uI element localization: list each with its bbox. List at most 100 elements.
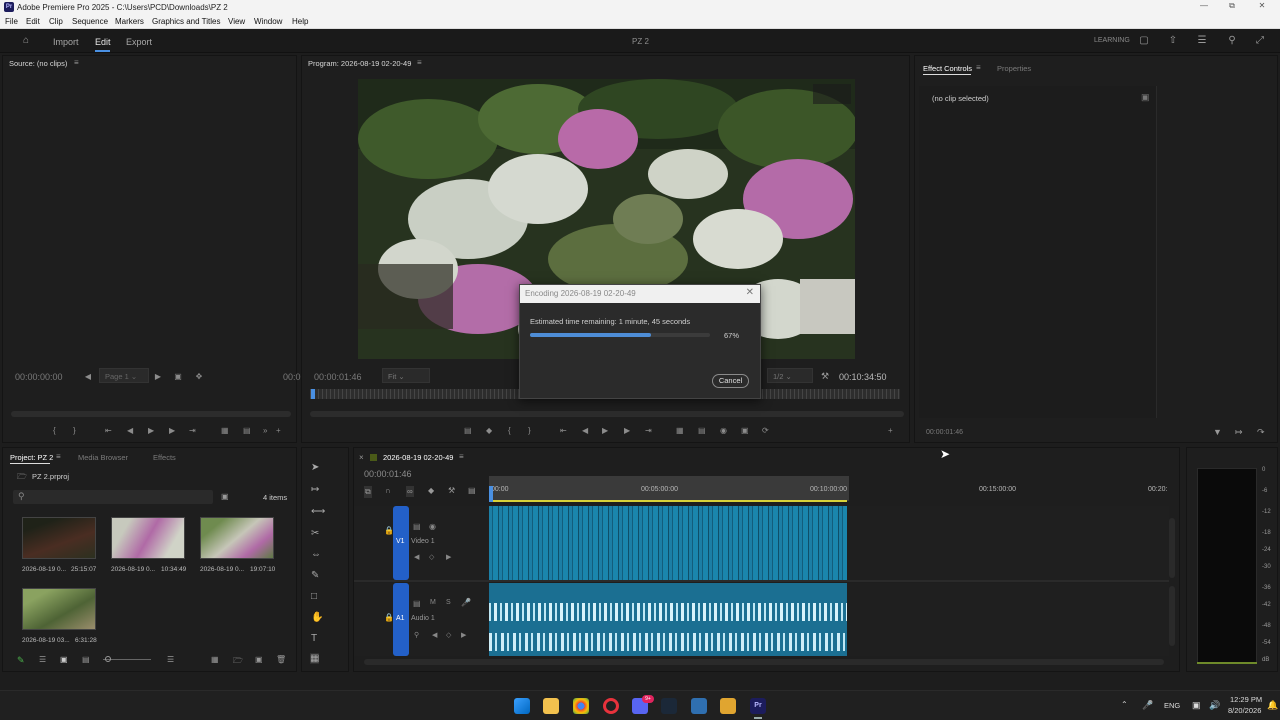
- chrome-icon[interactable]: [573, 698, 589, 714]
- volume-icon[interactable]: 🔊: [1209, 700, 1220, 711]
- audio-clip[interactable]: [489, 583, 847, 656]
- fullscreen-icon[interactable]: ⤢: [1254, 35, 1266, 47]
- ripple-edit-tool-icon[interactable]: ⟷: [311, 506, 325, 517]
- vr-icon[interactable]: ⟳: [762, 426, 769, 435]
- menu-view[interactable]: View: [228, 17, 245, 26]
- v1-eye-icon[interactable]: ◉: [429, 522, 436, 531]
- menu-help[interactable]: Help: [292, 17, 308, 26]
- close-sequence-icon[interactable]: ×: [359, 453, 364, 462]
- prog-mark-out-icon[interactable]: }: [528, 426, 531, 435]
- tab-media-browser[interactable]: Media Browser: [78, 453, 128, 462]
- program-playhead[interactable]: [311, 389, 315, 399]
- filter-icon[interactable]: ▼: [1213, 427, 1222, 437]
- workspace-import[interactable]: Import: [53, 37, 79, 47]
- game-app-icon[interactable]: [720, 698, 736, 714]
- search-icon[interactable]: ⚲: [1226, 35, 1238, 47]
- source-prev-icon[interactable]: ◀: [83, 372, 93, 381]
- prog-step-forward-icon[interactable]: ▶: [624, 426, 630, 435]
- prog-goto-out-icon[interactable]: ⇥: [645, 426, 652, 435]
- icon-view-icon[interactable]: ▣: [60, 655, 68, 664]
- step-back-icon[interactable]: ◀: [127, 426, 133, 435]
- write-protect-pencil-icon[interactable]: ✎: [17, 655, 25, 666]
- opera-icon[interactable]: [603, 698, 619, 714]
- minimize-icon[interactable]: —: [1190, 1, 1218, 13]
- language-indicator[interactable]: ENG: [1164, 701, 1180, 710]
- project-search-input[interactable]: ⚲: [13, 490, 213, 504]
- windows-start-icon[interactable]: [514, 698, 530, 714]
- play-icon[interactable]: ▶: [148, 426, 154, 435]
- sequence-menu-icon[interactable]: ≡: [459, 452, 464, 461]
- razor-tool-icon[interactable]: ✂: [311, 528, 319, 539]
- lift-icon[interactable]: ▤: [464, 426, 472, 435]
- a1-target-button[interactable]: A1: [393, 583, 409, 656]
- insert-icon[interactable]: ▦: [221, 426, 229, 435]
- prog-play-icon[interactable]: ▶: [602, 426, 608, 435]
- export-frame-icon[interactable]: ◉: [720, 426, 727, 435]
- source-grid-icon[interactable]: ▣: [173, 372, 183, 381]
- more-controls-icon[interactable]: »: [263, 426, 267, 435]
- export-icon[interactable]: ↦: [1235, 427, 1243, 438]
- menu-edit[interactable]: Edit: [26, 17, 40, 26]
- source-page-select[interactable]: Page 1 ⌄: [99, 368, 149, 383]
- nest-icon[interactable]: ⧉: [364, 486, 372, 498]
- type-tool-icon[interactable]: T: [311, 633, 317, 644]
- a1-keyframe-icon[interactable]: ◇: [446, 631, 451, 639]
- menu-markers[interactable]: Markers: [115, 17, 144, 26]
- a1-mic-icon[interactable]: 🎤: [461, 598, 471, 607]
- captions-icon[interactable]: ▤: [468, 486, 476, 495]
- program-panel-menu-icon[interactable]: ≡: [417, 58, 422, 67]
- add-button-icon[interactable]: +: [276, 426, 281, 435]
- prog-lift-icon[interactable]: ▦: [676, 426, 684, 435]
- a1-solo-button[interactable]: S: [446, 599, 451, 606]
- clip-thumbnail-4[interactable]: [22, 588, 96, 630]
- goto-out-icon[interactable]: ⇥: [189, 426, 196, 435]
- workspaces-menu-icon[interactable]: ☰: [1196, 35, 1208, 47]
- notifications-icon[interactable]: 🔔: [1267, 700, 1278, 711]
- prog-extract-icon[interactable]: ▤: [698, 426, 706, 435]
- tray-chevron-icon[interactable]: ⌃: [1121, 700, 1128, 709]
- slip-tool-icon[interactable]: ⇔: [311, 549, 321, 560]
- automate-sequence-icon[interactable]: ▦: [211, 655, 219, 664]
- file-explorer-icon[interactable]: [543, 698, 559, 714]
- list-view-icon[interactable]: ☰: [39, 655, 46, 664]
- tab-effects[interactable]: Effects: [153, 453, 176, 462]
- v1-sync-lock-icon[interactable]: ▤: [413, 522, 421, 531]
- marker-icon[interactable]: ◆: [486, 426, 492, 435]
- audio-vertical-scrollbar[interactable]: [1169, 586, 1175, 646]
- tab-properties[interactable]: Properties: [997, 64, 1031, 73]
- cancel-button[interactable]: Cancel: [712, 374, 749, 388]
- snap-icon[interactable]: ∩: [385, 486, 391, 495]
- sequence-tab[interactable]: 2026-08-19 02-20-49: [383, 453, 453, 462]
- show-timeline-icon[interactable]: ▣: [1141, 92, 1150, 103]
- track-divider[interactable]: [354, 580, 1169, 582]
- step-forward-icon[interactable]: ▶: [169, 426, 175, 435]
- video-clip[interactable]: [489, 506, 847, 580]
- share-icon[interactable]: ⇧: [1167, 35, 1179, 47]
- program-zoom-bar[interactable]: [310, 411, 904, 417]
- source-move-icon[interactable]: ✥: [194, 372, 204, 381]
- tab-effect-controls[interactable]: Effect Controls: [923, 64, 972, 73]
- panel-layout-icon[interactable]: ▢: [1138, 35, 1150, 47]
- video-vertical-scrollbar[interactable]: [1169, 518, 1175, 578]
- prog-add-button-icon[interactable]: +: [888, 426, 893, 435]
- linked-select-icon[interactable]: ∞: [406, 486, 414, 497]
- selection-tool-icon[interactable]: ➤: [311, 462, 319, 473]
- comparison-view-icon[interactable]: ▣: [741, 426, 749, 435]
- track-select-tool-icon[interactable]: ↦: [311, 484, 319, 495]
- v1-keyframe-icon[interactable]: ◇: [429, 553, 434, 561]
- source-panel-menu-icon[interactable]: ≡: [74, 58, 79, 67]
- caption-tool-icon[interactable]: ▦: [310, 653, 320, 664]
- a1-pan-icon[interactable]: ⚲: [414, 631, 419, 639]
- effect-controls-menu-icon[interactable]: ≡: [976, 63, 981, 72]
- tab-project[interactable]: Project: PZ 2: [10, 453, 53, 462]
- display-tray-icon[interactable]: ▣: [1192, 700, 1201, 711]
- time-ruler[interactable]: 00:00 00:05:00:00 00:10:00:00 00:15:00:0…: [489, 486, 1179, 500]
- mark-in-icon[interactable]: {: [53, 426, 56, 435]
- clip-thumbnail-3[interactable]: [200, 517, 274, 559]
- a1-sync-lock-icon[interactable]: ▤: [413, 599, 421, 608]
- app-icon[interactable]: [691, 698, 707, 714]
- dialog-close-icon[interactable]: ✕: [746, 287, 754, 298]
- restore-icon[interactable]: ⧉: [1218, 1, 1246, 13]
- project-panel-menu-icon[interactable]: ≡: [56, 452, 61, 461]
- workspace-export[interactable]: Export: [126, 37, 152, 47]
